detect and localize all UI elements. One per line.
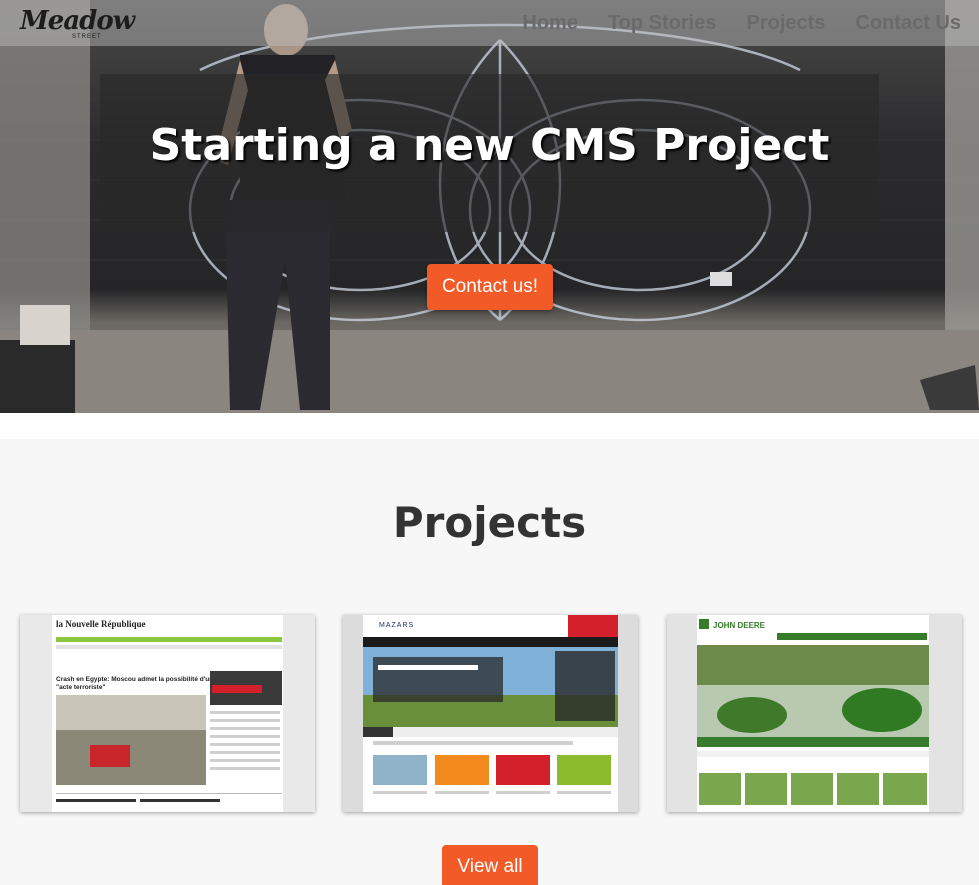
contact-us-button[interactable]: Contact us! [427, 264, 553, 310]
svg-text:Crash en Egypte: Moscou admet: Crash en Egypte: Moscou admet la possibi… [56, 676, 213, 683]
nav-item-top-stories[interactable]: Top Stories [608, 12, 717, 35]
headline-panel: Starting a new CMS Project [100, 74, 879, 232]
section-divider [0, 413, 979, 439]
projects-section-title: Projects [392, 498, 587, 547]
view-all-button[interactable]: View all [442, 845, 538, 885]
nav-item-contact-us[interactable]: Contact Us [855, 12, 961, 35]
card-2-brand: MAZARS [379, 622, 414, 629]
brand-logo[interactable]: Meadow STREET [20, 6, 135, 42]
logo-text: Meadow [20, 6, 135, 36]
project-card-mazars[interactable]: MAZARS [343, 615, 638, 812]
project-card-john-deere[interactable]: JOHN DEERE [667, 615, 962, 812]
card-3-brand: JOHN DEERE [713, 621, 766, 630]
svg-text:"acte terroriste": "acte terroriste" [56, 684, 106, 691]
logo-subtext: STREET [72, 34, 102, 40]
project-thumbnail-nouvelle-republique: la Nouvelle République Crash en Egypte: … [20, 615, 315, 812]
top-navbar: Meadow STREET Home Top Stories Projects … [0, 0, 979, 46]
hero-headline: Starting a new CMS Project [149, 120, 830, 171]
nav-item-home[interactable]: Home [522, 12, 578, 35]
card-1-brand: la Nouvelle République [56, 619, 146, 629]
project-thumbnail-mazars: MAZARS [343, 615, 638, 812]
project-card-nouvelle-republique[interactable]: la Nouvelle République Crash en Egypte: … [20, 615, 315, 812]
nav-item-projects[interactable]: Projects [746, 12, 825, 35]
hero-banner: Meadow STREET Home Top Stories Projects … [0, 0, 979, 413]
main-nav: Home Top Stories Projects Contact Us [522, 12, 961, 35]
project-thumbnail-john-deere: JOHN DEERE [667, 615, 962, 812]
